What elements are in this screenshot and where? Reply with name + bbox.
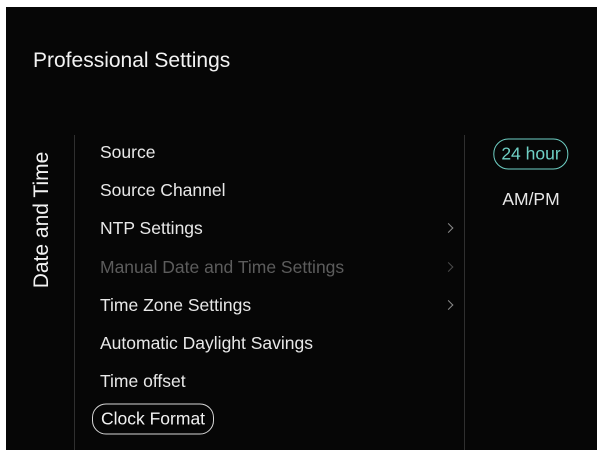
option-label: AM/PM [502, 189, 560, 209]
page-title: Professional Settings [33, 49, 231, 72]
menu-item-label: Time Zone Settings [100, 295, 252, 315]
right-divider [464, 135, 465, 450]
menu-item-label: Automatic Daylight Savings [100, 333, 314, 353]
chevron-right-icon [443, 223, 454, 233]
left-divider [74, 135, 75, 450]
menu-item-label: Source Channel [100, 180, 226, 200]
option-24-hour[interactable]: 24 hour [474, 138, 588, 170]
menu-item-source[interactable]: Source [90, 135, 460, 169]
menu-item-label: NTP Settings [100, 218, 203, 238]
section-label: Date and Time [30, 151, 53, 289]
option-am-pm[interactable]: AM/PM [474, 183, 588, 215]
menu-item-label: Clock Format [92, 403, 215, 435]
menu-item-ntp-settings[interactable]: NTP Settings [90, 211, 460, 245]
option-label: 24 hour [493, 138, 569, 170]
menu-item-manual-date-time-settings: Manual Date and Time Settings [90, 250, 460, 284]
menu-item-clock-format[interactable]: Clock Format [90, 402, 460, 436]
menu-item-source-channel[interactable]: Source Channel [90, 173, 460, 207]
menu-item-label: Manual Date and Time Settings [100, 257, 345, 277]
menu-item-time-zone-settings[interactable]: Time Zone Settings [90, 288, 460, 322]
menu-item-label: Source [100, 142, 156, 162]
menu-item-time-offset[interactable]: Time offset [90, 364, 460, 398]
menu-item-automatic-daylight-savings[interactable]: Automatic Daylight Savings [90, 326, 460, 360]
menu-item-label: Time offset [100, 371, 186, 391]
tv-settings-screen: Professional Settings Date and Time Sour… [6, 7, 597, 450]
chevron-right-icon [443, 262, 454, 272]
chevron-right-icon [443, 300, 454, 310]
